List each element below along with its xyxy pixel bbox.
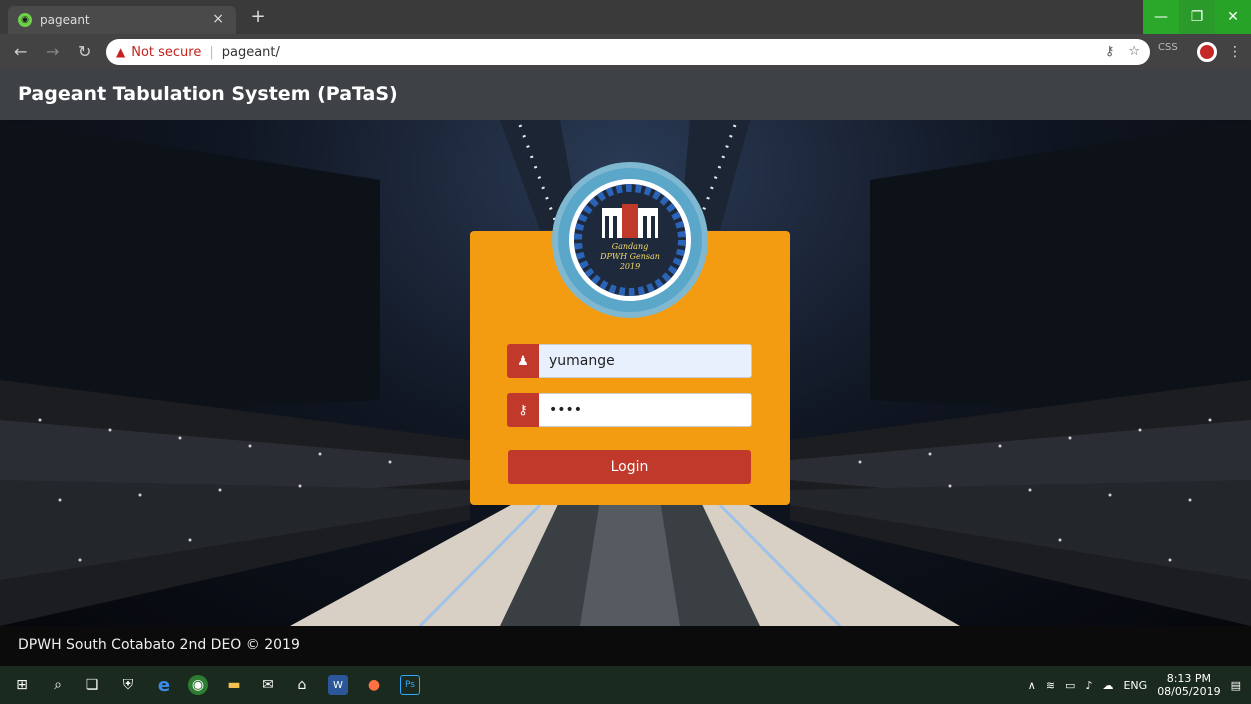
- login-button[interactable]: Login: [508, 450, 751, 484]
- window-controls: — ❐ ✕: [1143, 0, 1251, 34]
- cloud-icon[interactable]: ☁: [1102, 679, 1113, 692]
- event-logo: Gandang DPWH Gensan 2019: [552, 162, 708, 318]
- globe-icon: ◉: [18, 13, 32, 27]
- warning-icon: ▲: [116, 45, 126, 59]
- shield-icon[interactable]: ⛨: [118, 675, 138, 695]
- footer-text: DPWH South Cotabato 2nd DEO © 2019: [18, 637, 300, 653]
- username-field: ♟: [507, 344, 752, 378]
- tab-title: pageant: [40, 13, 90, 27]
- logo-text-line2: DPWH Gensan: [600, 252, 660, 261]
- browser-tab[interactable]: ◉ pageant ×: [8, 6, 236, 34]
- tab-close-icon[interactable]: ×: [212, 11, 224, 27]
- forward-arrow-icon[interactable]: →: [46, 42, 59, 61]
- menu-icon[interactable]: ⋮: [1228, 44, 1242, 60]
- clock[interactable]: 8:13 PM 08/05/2019: [1157, 672, 1220, 698]
- omnibox-actions: ⚷ ☆: [1105, 44, 1140, 59]
- search-icon[interactable]: ⌕: [48, 675, 68, 695]
- user-icon: ♟: [507, 344, 539, 378]
- password-input[interactable]: [539, 393, 752, 427]
- windows-taskbar: ⊞ ⌕ ❏ ⛨ e ◉ ▬ ✉ ⌂ W ● Ps ∧ ≋ ▭ ♪ ☁ ENG 8…: [0, 666, 1251, 704]
- back-arrow-icon[interactable]: ←: [14, 42, 27, 61]
- word-icon[interactable]: W: [328, 675, 348, 695]
- not-secure-label[interactable]: Not secure: [131, 45, 201, 60]
- app-header: Pageant Tabulation System (PaTaS): [0, 70, 1251, 120]
- app-icon[interactable]: ●: [364, 675, 384, 695]
- new-tab-button[interactable]: +: [248, 8, 268, 28]
- clock-time: 8:13 PM: [1166, 672, 1212, 685]
- minimize-button[interactable]: —: [1143, 0, 1179, 34]
- navigation-bar: ← → ↻ ▲ Not secure | pageant/ ⚷ ☆ CSS: [0, 34, 1251, 70]
- language-indicator[interactable]: ENG: [1123, 679, 1147, 692]
- wifi-icon[interactable]: ≋: [1046, 679, 1055, 692]
- username-input[interactable]: [539, 344, 752, 378]
- battery-icon[interactable]: ▭: [1065, 679, 1075, 692]
- separator: |: [209, 44, 214, 60]
- mail-icon[interactable]: ✉: [258, 675, 278, 695]
- restore-button[interactable]: ❐: [1179, 0, 1215, 34]
- password-field: ⚷: [507, 393, 752, 427]
- chevron-up-icon[interactable]: ∧: [1028, 679, 1036, 692]
- clock-date: 08/05/2019: [1157, 685, 1221, 698]
- page-title: Pageant Tabulation System (PaTaS): [18, 83, 398, 105]
- chrome-icon[interactable]: ◉: [188, 675, 208, 695]
- key-icon[interactable]: ⚷: [1105, 44, 1115, 59]
- system-tray: ∧ ≋ ▭ ♪ ☁ ENG 8:13 PM 08/05/2019 ▤: [1028, 666, 1241, 704]
- logo-graphic: [574, 184, 686, 296]
- address-bar[interactable]: ▲ Not secure | pageant/ ⚷ ☆: [106, 39, 1150, 65]
- notification-icon[interactable]: ▤: [1231, 679, 1241, 692]
- task-view-icon[interactable]: ❏: [82, 675, 102, 695]
- store-icon[interactable]: ⌂: [292, 675, 312, 695]
- url-text[interactable]: pageant/: [222, 45, 280, 60]
- photoshop-icon[interactable]: Ps: [400, 675, 420, 695]
- file-explorer-icon[interactable]: ▬: [224, 675, 244, 695]
- windows-start-icon[interactable]: ⊞: [12, 675, 32, 695]
- logo-text-line3: 2019: [619, 262, 641, 271]
- reload-icon[interactable]: ↻: [78, 42, 91, 61]
- browser-chrome: ◉ pageant × + — ❐ ✕ ← → ↻ ▲ Not secure |…: [0, 0, 1251, 70]
- key-icon: ⚷: [507, 393, 539, 427]
- edge-icon[interactable]: e: [154, 675, 174, 696]
- star-icon[interactable]: ☆: [1128, 44, 1140, 59]
- css-extension-icon[interactable]: CSS: [1158, 42, 1178, 53]
- page-footer: DPWH South Cotabato 2nd DEO © 2019: [0, 626, 1251, 666]
- logo-emblem: Gandang DPWH Gensan 2019: [569, 179, 691, 301]
- volume-icon[interactable]: ♪: [1085, 679, 1092, 692]
- close-window-button[interactable]: ✕: [1215, 0, 1251, 34]
- profile-avatar[interactable]: [1197, 42, 1217, 62]
- tab-strip: ◉ pageant × + — ❐ ✕: [0, 0, 1251, 34]
- logo-text-line1: Gandang: [611, 242, 649, 251]
